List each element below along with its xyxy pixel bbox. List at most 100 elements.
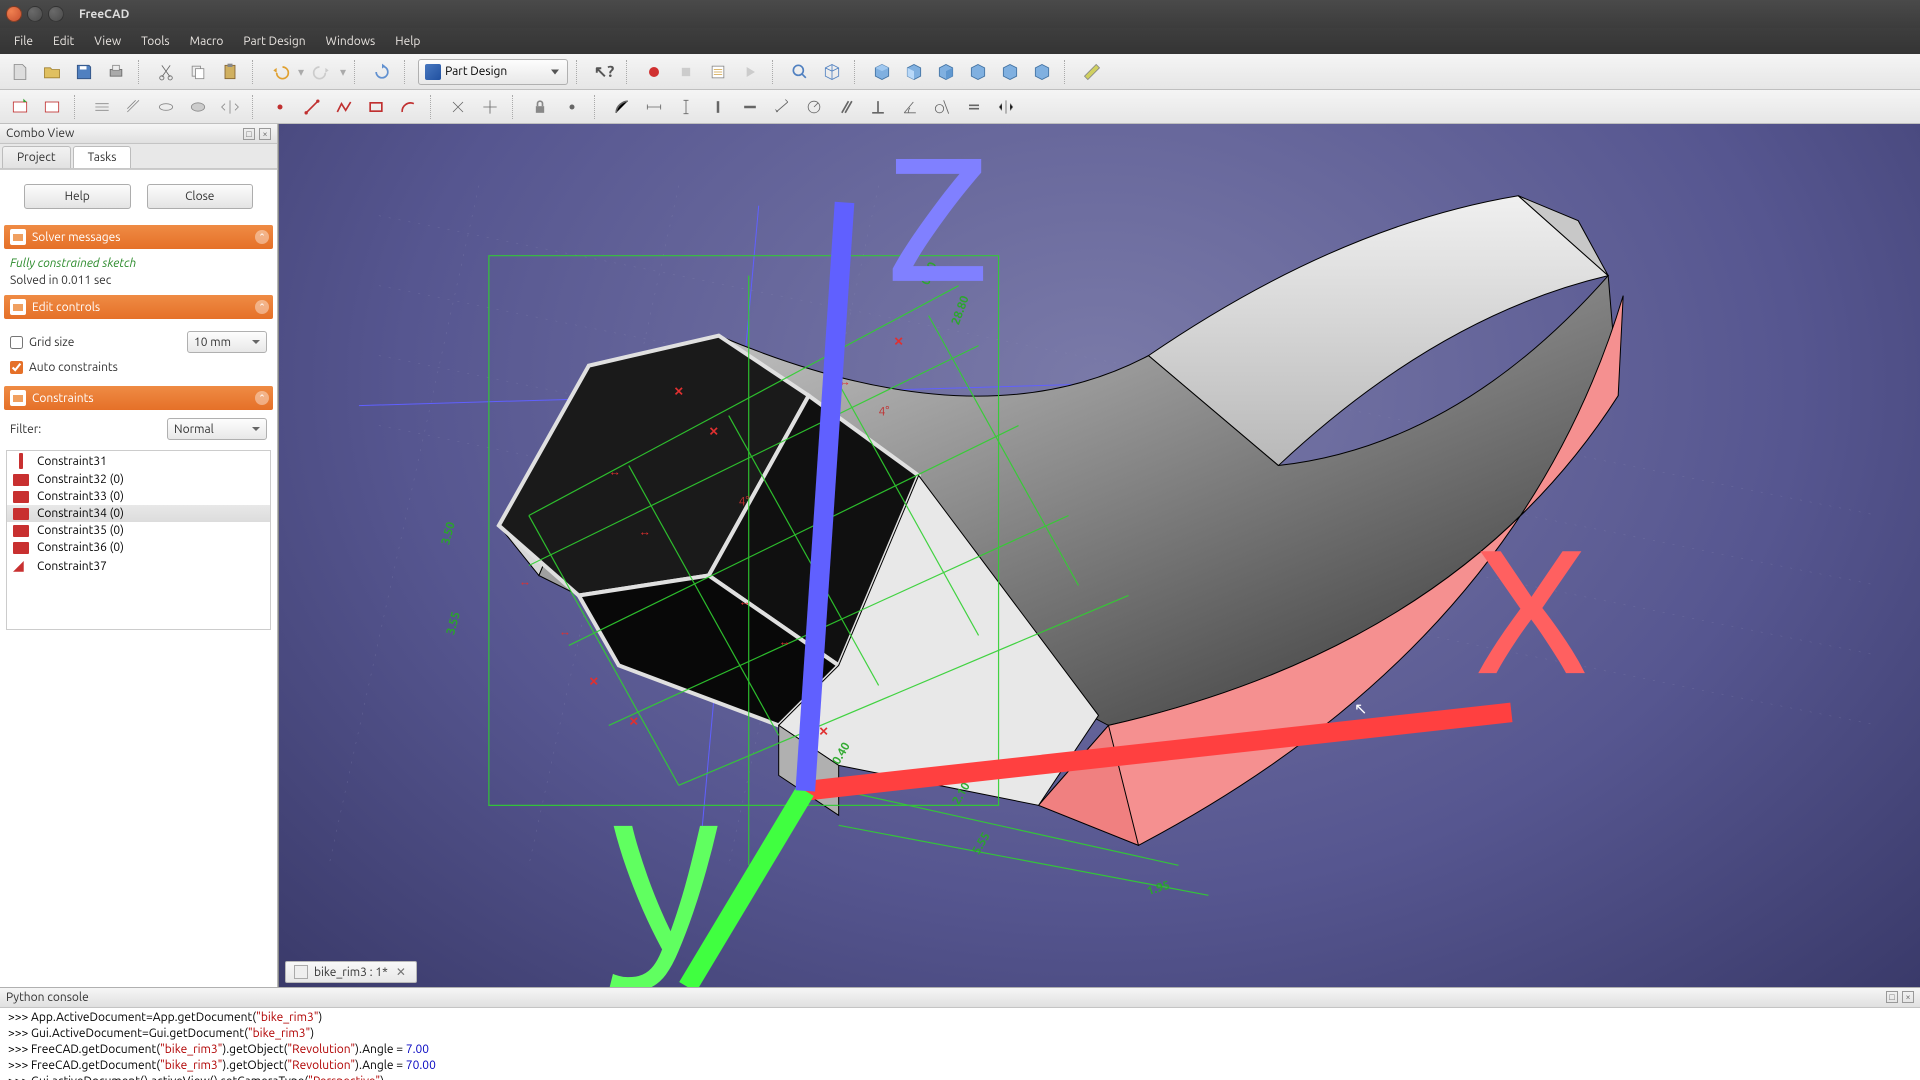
constraint-vert-icon[interactable] — [704, 93, 732, 121]
list-item[interactable]: Constraint35 (0) — [7, 522, 270, 539]
menu-partdesign[interactable]: Part Design — [233, 31, 315, 52]
sketch-rect-icon[interactable] — [362, 93, 390, 121]
panel-float-icon[interactable]: □ — [243, 128, 255, 140]
view-bottom-icon[interactable] — [996, 58, 1024, 86]
new-sketch-icon[interactable] — [6, 93, 34, 121]
sketch-external-icon[interactable] — [476, 93, 504, 121]
open-doc-icon[interactable] — [38, 58, 66, 86]
list-item[interactable]: Constraint37 — [7, 556, 270, 576]
minimize-icon[interactable] — [27, 6, 43, 22]
view-rear-icon[interactable] — [964, 58, 992, 86]
svg-text:↔: ↔ — [559, 625, 571, 638]
sketch-polyline-icon[interactable] — [330, 93, 358, 121]
menu-file[interactable]: File — [4, 31, 43, 52]
paste-icon[interactable] — [216, 58, 244, 86]
panel-close-icon[interactable]: × — [1902, 991, 1914, 1003]
grid-size-checkbox[interactable] — [10, 336, 23, 349]
constraint-equal-icon[interactable] — [960, 93, 988, 121]
undo-icon[interactable] — [266, 58, 294, 86]
copy-icon[interactable] — [184, 58, 212, 86]
menu-windows[interactable]: Windows — [316, 31, 386, 52]
fit-all-icon[interactable] — [786, 58, 814, 86]
sketch-point-icon[interactable] — [266, 93, 294, 121]
whatsthis-icon[interactable]: ↖? — [590, 58, 618, 86]
view-right-icon[interactable] — [932, 58, 960, 86]
collapse-icon[interactable]: ⌃ — [255, 300, 269, 314]
sketch-reorient-icon[interactable] — [152, 93, 180, 121]
menu-tools[interactable]: Tools — [131, 31, 180, 52]
macro-play-icon[interactable] — [736, 58, 764, 86]
workbench-label: Part Design — [445, 65, 507, 78]
save-icon[interactable] — [70, 58, 98, 86]
new-doc-icon[interactable] — [6, 58, 34, 86]
close-button[interactable]: Close — [147, 184, 254, 209]
auto-constraints-checkbox[interactable] — [10, 361, 23, 374]
constraint-angle-icon[interactable] — [896, 93, 924, 121]
sketch-mapsketch-icon[interactable] — [120, 93, 148, 121]
constraint-radius-icon[interactable] — [800, 93, 828, 121]
sketch-trim-icon[interactable] — [444, 93, 472, 121]
document-tab[interactable]: bike_rim3 : 1* ✕ — [285, 961, 417, 983]
constraint-pointonobj-icon[interactable] — [608, 93, 636, 121]
list-item[interactable]: Constraint36 (0) — [7, 539, 270, 556]
constraint-label: Constraint34 (0) — [37, 507, 124, 520]
console-output[interactable]: >>> App.ActiveDocument=App.getDocument("… — [0, 1008, 1920, 1080]
sketch-viewsection-icon[interactable] — [88, 93, 116, 121]
grid-size-select[interactable]: 10 mm — [187, 331, 267, 353]
constraint-dist-icon[interactable] — [768, 93, 796, 121]
svg-text:✕: ✕ — [819, 725, 829, 738]
sketch-validate-icon[interactable] — [184, 93, 212, 121]
collapse-icon[interactable]: ⌃ — [255, 391, 269, 405]
constraints-header[interactable]: Constraints ⌃ — [4, 386, 273, 410]
3d-viewport[interactable]: ✕✕ ↔↔ ↔↔ ↔↔ ✕✕ ✕↔ ✕✕ 0.40 28.80 3.50 3.5… — [278, 124, 1920, 987]
print-icon[interactable] — [102, 58, 130, 86]
close-icon[interactable]: ✕ — [394, 965, 408, 979]
constraint-distx-icon[interactable] — [640, 93, 668, 121]
menu-edit[interactable]: Edit — [43, 31, 84, 52]
edit-controls-header[interactable]: Edit controls ⌃ — [4, 295, 273, 319]
help-button[interactable]: Help — [24, 184, 131, 209]
collapse-icon[interactable]: ⌃ — [255, 230, 269, 244]
constraint-symm-icon[interactable] — [992, 93, 1020, 121]
measure-icon[interactable] — [1078, 58, 1106, 86]
list-item[interactable]: Constraint33 (0) — [7, 488, 270, 505]
view-top-icon[interactable] — [900, 58, 928, 86]
refresh-icon[interactable] — [368, 58, 396, 86]
iso-view-icon[interactable] — [818, 58, 846, 86]
maximize-icon[interactable] — [48, 6, 64, 22]
constraint-horiz-icon[interactable] — [736, 93, 764, 121]
sketch-arc-icon[interactable] — [394, 93, 422, 121]
solver-messages-header[interactable]: Solver messages ⌃ — [4, 225, 273, 249]
menu-view[interactable]: View — [84, 31, 131, 52]
menu-help[interactable]: Help — [385, 31, 430, 52]
tab-project[interactable]: Project — [2, 146, 71, 168]
constraint-lock-icon[interactable] — [526, 93, 554, 121]
panel-float-icon[interactable]: □ — [1886, 991, 1898, 1003]
macro-record-icon[interactable] — [640, 58, 668, 86]
view-front-icon[interactable] — [868, 58, 896, 86]
constraint-perp-icon[interactable] — [864, 93, 892, 121]
constraint-tangent-icon[interactable] — [928, 93, 956, 121]
list-item[interactable]: Constraint31 — [7, 451, 270, 471]
view-left-icon[interactable] — [1028, 58, 1056, 86]
cut-icon[interactable] — [152, 58, 180, 86]
constraint-list[interactable]: Constraint31Constraint32 (0)Constraint33… — [6, 450, 271, 630]
sketch-line-icon[interactable] — [298, 93, 326, 121]
tab-tasks[interactable]: Tasks — [73, 146, 132, 168]
workbench-selector[interactable]: Part Design — [418, 59, 568, 85]
macro-stop-icon[interactable] — [672, 58, 700, 86]
constraint-coincident-icon[interactable] — [558, 93, 586, 121]
filter-select[interactable]: Normal — [167, 418, 267, 440]
menu-macro[interactable]: Macro — [180, 31, 234, 52]
macro-list-icon[interactable] — [704, 58, 732, 86]
panel-close-icon[interactable]: × — [259, 128, 271, 140]
edit-sketch-icon[interactable] — [38, 93, 66, 121]
close-icon[interactable] — [6, 6, 22, 22]
constraint-parallel-icon[interactable] — [832, 93, 860, 121]
list-item[interactable]: Constraint34 (0) — [7, 505, 270, 522]
constraint-disty-icon[interactable] — [672, 93, 700, 121]
list-item[interactable]: Constraint32 (0) — [7, 471, 270, 488]
combo-view-title: Combo View □× — [0, 124, 277, 144]
sketch-mirror-icon[interactable] — [216, 93, 244, 121]
redo-icon[interactable] — [308, 58, 336, 86]
